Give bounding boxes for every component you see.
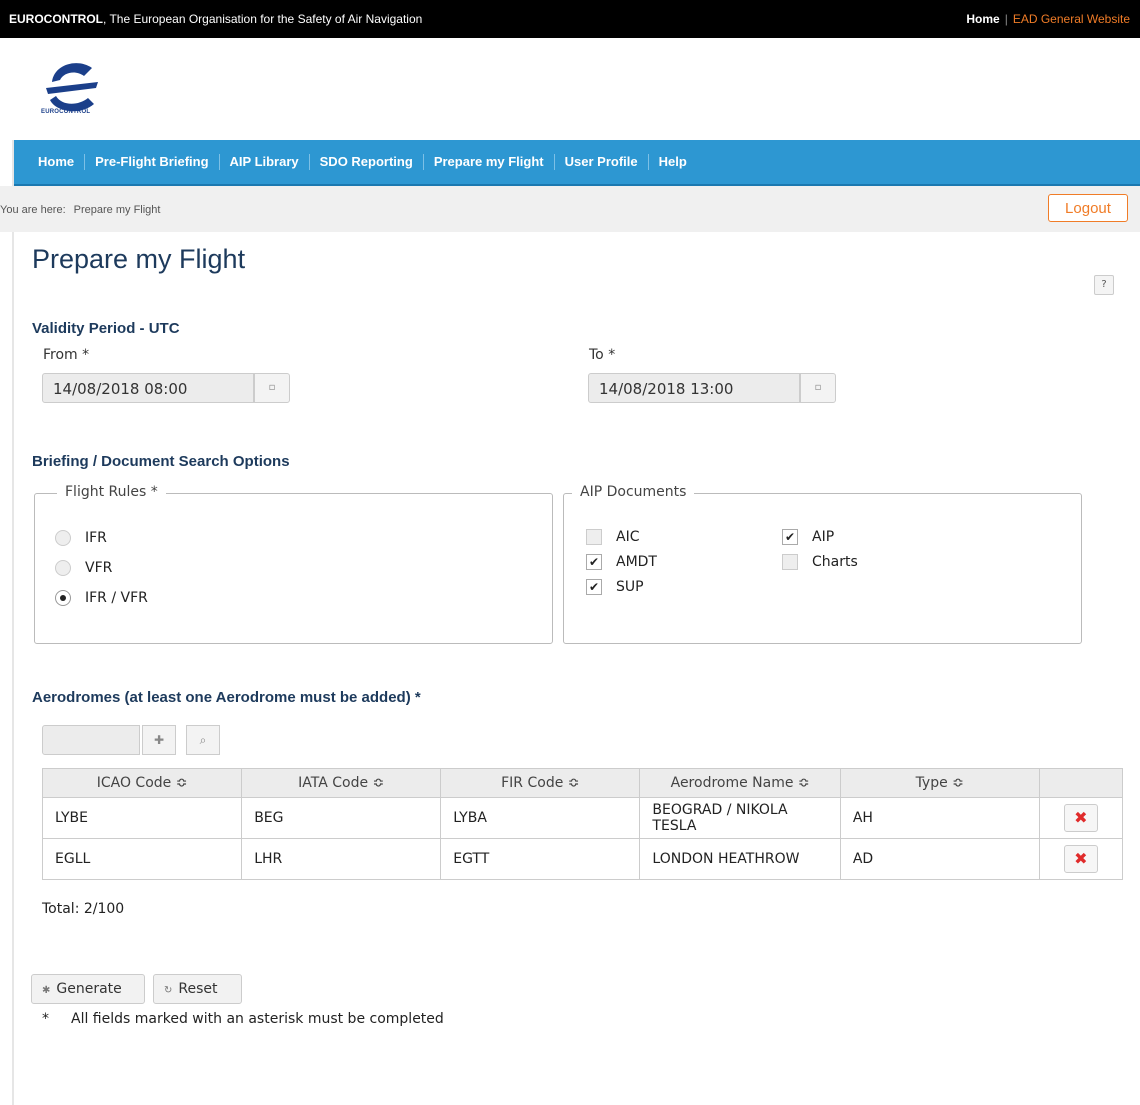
cell-name: LONDON HEATHROW [639, 838, 841, 880]
gear-icon: ✱ [42, 985, 51, 996]
col-fir-code[interactable]: FIR Code ≎ [440, 768, 641, 798]
org-name: EUROCONTROL [9, 12, 103, 26]
to-calendar-icon[interactable]: ▫ [800, 373, 836, 403]
flight-rules-group: Flight Rules * IFR VFR IFR / VFR [34, 484, 553, 644]
required-footnote: * All fields marked with an asterisk must… [42, 1011, 444, 1027]
generate-label: Generate [56, 981, 122, 997]
col-iata-code[interactable]: IATA Code ≎ [241, 768, 442, 798]
to-date-input[interactable]: 14/08/2018 13:00 [588, 373, 800, 403]
page-title: Prepare my Flight [32, 244, 246, 274]
check-amdt-label: AMDT [616, 554, 657, 570]
search-options-title: Briefing / Document Search Options [32, 453, 290, 470]
main-nav: Home Pre-Flight Briefing AIP Library SDO… [14, 140, 1140, 186]
flight-rules-legend: Flight Rules * [57, 484, 166, 500]
nav-item-help[interactable]: Help [647, 154, 697, 170]
col-icao-code[interactable]: ICAO Code ≎ [41, 768, 243, 798]
footnote-text: All fields marked with an asterisk must … [71, 1011, 444, 1027]
reset-label: Reset [178, 981, 218, 997]
check-charts-box[interactable] [782, 554, 798, 570]
reset-button[interactable]: ↻ Reset [153, 974, 242, 1004]
generate-button[interactable]: ✱ Generate [31, 974, 145, 1004]
table-header-row: ICAO Code ≎ IATA Code ≎ FIR Code ≎ Aerod… [41, 768, 1124, 798]
breadcrumb-label: You are here: [0, 204, 66, 216]
col-actions [1038, 768, 1124, 798]
check-amdt-box[interactable]: ✔ [586, 554, 602, 570]
aip-documents-group: AIP Documents AIC ✔ AIP ✔ AMDT Charts ✔ SUP [563, 484, 1082, 644]
cell-fir: EGTT [440, 838, 641, 880]
breadcrumb-current: Prepare my Flight [73, 204, 161, 216]
org-description: , The European Organisation for the Safe… [103, 12, 423, 26]
radio-vfr[interactable]: VFR [55, 560, 112, 576]
top-bar: EUROCONTROL, The European Organisation f… [0, 0, 1140, 38]
top-link-separator: | [1004, 12, 1008, 26]
radio-ifr-label: IFR [85, 530, 107, 546]
check-aip[interactable]: ✔ AIP [782, 529, 834, 545]
nav-item-prepare-my-flight[interactable]: Prepare my Flight [422, 154, 554, 170]
from-label: From * [43, 347, 90, 363]
radio-ifr-vfr-label: IFR / VFR [85, 590, 148, 606]
check-sup-box[interactable]: ✔ [586, 579, 602, 595]
aerodromes-total: Total: 2/100 [42, 901, 125, 917]
cell-name: BEOGRAD / NIKOLA TESLA [639, 797, 841, 839]
aerodrome-search-input[interactable] [42, 725, 140, 755]
check-aip-label: AIP [812, 529, 835, 545]
check-aip-box[interactable]: ✔ [782, 529, 798, 545]
cell-icao: LYBE [41, 797, 243, 839]
check-charts[interactable]: Charts [782, 554, 858, 570]
aerodromes-table: ICAO Code ≎ IATA Code ≎ FIR Code ≎ Aerod… [41, 768, 1124, 880]
from-date-input[interactable]: 14/08/2018 08:00 [42, 373, 254, 403]
cell-iata: BEG [241, 797, 442, 839]
left-divider [12, 140, 14, 1105]
nav-item-sdo-reporting[interactable]: SDO Reporting [308, 154, 423, 170]
table-row: EGLL LHR EGTT LONDON HEATHROW AD ✖ [41, 838, 1124, 880]
cell-fir: LYBA [440, 797, 641, 839]
help-icon-button[interactable]: ? [1094, 275, 1114, 295]
table-row: LYBE BEG LYBA BEOGRAD / NIKOLA TESLA AH … [41, 797, 1124, 839]
top-links: Home | EAD General Website [966, 12, 1130, 26]
nav-item-pre-flight-briefing[interactable]: Pre-Flight Briefing [84, 154, 218, 170]
nav-item-user-profile[interactable]: User Profile [553, 154, 648, 170]
cell-type: AH [839, 797, 1040, 839]
top-home-link[interactable]: Home [966, 12, 999, 26]
col-aerodrome-name[interactable]: Aerodrome Name ≎ [639, 768, 841, 798]
delete-row-icon[interactable]: ✖ [1063, 845, 1098, 873]
check-sup-label: SUP [616, 579, 644, 595]
col-type[interactable]: Type ≎ [839, 768, 1040, 798]
refresh-icon: ↻ [164, 985, 173, 996]
validity-title: Validity Period - UTC [32, 320, 180, 337]
check-aic-label: AIC [616, 529, 640, 545]
logout-button[interactable]: Logout [1048, 194, 1128, 222]
nav-item-home[interactable]: Home [28, 154, 84, 170]
logo-text: EUROCONTROL [41, 109, 91, 115]
search-aerodrome-magnifier-icon[interactable]: ⌕ [186, 725, 220, 755]
footnote-asterisk: * [42, 1011, 49, 1027]
ead-website-link[interactable]: EAD General Website [1013, 12, 1130, 26]
cell-actions: ✖ [1038, 838, 1124, 880]
aip-documents-legend: AIP Documents [572, 484, 695, 500]
to-label: To * [589, 347, 616, 363]
cell-type: AD [839, 838, 1040, 880]
cell-iata: LHR [241, 838, 442, 880]
breadcrumb: You are here: Prepare my Flight [0, 204, 160, 216]
nav-item-aip-library[interactable]: AIP Library [218, 154, 309, 170]
from-calendar-icon[interactable]: ▫ [254, 373, 290, 403]
check-aic-box[interactable] [586, 529, 602, 545]
radio-ifr-vfr-input[interactable] [55, 590, 71, 606]
check-sup[interactable]: ✔ SUP [586, 579, 644, 595]
cell-actions: ✖ [1038, 797, 1124, 839]
aerodromes-title: Aerodromes (at least one Aerodrome must … [32, 689, 421, 706]
radio-ifr-vfr[interactable]: IFR / VFR [55, 590, 148, 606]
org-line: EUROCONTROL, The European Organisation f… [9, 12, 422, 26]
radio-vfr-input[interactable] [55, 560, 71, 576]
radio-ifr[interactable]: IFR [55, 530, 107, 546]
check-amdt[interactable]: ✔ AMDT [586, 554, 657, 570]
check-aic[interactable]: AIC [586, 529, 639, 545]
radio-vfr-label: VFR [85, 560, 113, 576]
check-charts-label: Charts [812, 554, 858, 570]
breadcrumb-bar: You are here: Prepare my Flight Logout [0, 186, 1140, 232]
add-aerodrome-plus-icon[interactable]: ✚ [142, 725, 176, 755]
cell-icao: EGLL [41, 838, 243, 880]
radio-ifr-input[interactable] [55, 530, 71, 546]
delete-row-icon[interactable]: ✖ [1063, 804, 1098, 832]
